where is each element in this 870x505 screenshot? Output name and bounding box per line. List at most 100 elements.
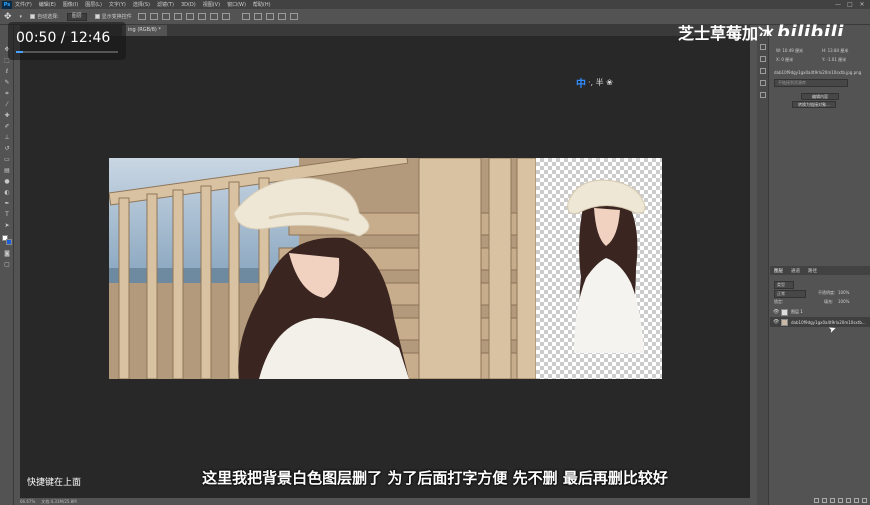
history-panel-icon[interactable] xyxy=(760,44,766,50)
eyedropper-tool-icon[interactable]: ⁄ xyxy=(3,102,11,108)
new-group-icon[interactable] xyxy=(846,497,851,503)
tool-preset-dropdown[interactable]: ▾ xyxy=(20,14,23,20)
video-progress-bar[interactable] xyxy=(16,51,118,53)
align-middle-icon[interactable] xyxy=(185,13,194,20)
align-top-icon[interactable] xyxy=(173,13,182,20)
align-bottom-icon[interactable] xyxy=(197,13,206,20)
distribute-icon[interactable] xyxy=(209,13,218,20)
trash-icon[interactable] xyxy=(862,497,867,503)
gradient-tool-icon[interactable]: ▤ xyxy=(3,168,11,174)
3d-roll-icon[interactable] xyxy=(253,13,262,20)
quick-select-tool-icon[interactable]: ✎ xyxy=(3,80,11,86)
menu-type[interactable]: 文字(Y) xyxy=(109,1,126,8)
color-swatches[interactable] xyxy=(2,235,12,245)
adjustments-panel-icon[interactable] xyxy=(760,68,766,74)
layer-row[interactable]: 👁 dab10f9dgy1gx0a4t9rlx20m10sxtb... xyxy=(770,317,870,327)
canvas-photo[interactable] xyxy=(109,158,536,379)
menu-file[interactable]: 文件(F) xyxy=(15,1,32,8)
menu-3d[interactable]: 3D(D) xyxy=(181,2,196,8)
path-select-icon[interactable]: ➤ xyxy=(3,223,11,229)
distribute-h-icon[interactable] xyxy=(221,13,230,20)
layer-thumbnail xyxy=(781,318,788,326)
maximize-button[interactable]: □ xyxy=(844,0,856,9)
collapsed-panel-strip xyxy=(757,36,769,505)
dodge-tool-icon[interactable]: ◐ xyxy=(3,190,11,196)
tab-paths[interactable]: 路径 xyxy=(808,268,817,274)
lasso-tool-icon[interactable]: ℓ xyxy=(3,69,11,75)
prop-x[interactable]: X: 0 厘米 xyxy=(776,57,793,63)
link-layers-icon[interactable] xyxy=(814,497,819,503)
3d-pan-icon[interactable] xyxy=(265,13,274,20)
show-transform-checkbox[interactable] xyxy=(94,14,100,19)
eraser-tool-icon[interactable]: ▭ xyxy=(3,157,11,163)
ime-chinese-indicator[interactable]: 中 xyxy=(576,75,586,90)
document-tab[interactable]: ing (RGB/8) * xyxy=(122,25,167,36)
layer-name: 图层 1 xyxy=(791,309,803,314)
3d-scale-icon[interactable] xyxy=(289,13,298,20)
convert-to-linked-button[interactable]: 转换为链接对象... xyxy=(792,101,836,108)
visibility-eye-icon[interactable]: 👁 xyxy=(773,309,779,315)
clone-stamp-icon[interactable]: ⊥ xyxy=(3,135,11,141)
tab-channels[interactable]: 通道 xyxy=(791,268,800,274)
prop-filename: dab10f9dgy1gx0a4t9rlx20m10sxtb.jpg.png xyxy=(774,70,862,75)
lock-label: 锁定: xyxy=(774,299,784,304)
align-right-icon[interactable] xyxy=(161,13,170,20)
auto-select-option[interactable]: 自动选择: xyxy=(30,13,59,20)
prop-w[interactable]: W: 10.49 厘米 xyxy=(776,48,803,54)
layer-name: dab10f9dgy1gx0a4t9rlx20m10sxtb... xyxy=(791,319,866,325)
screen-mode-icon[interactable]: ▢ xyxy=(3,262,11,268)
show-transform-option[interactable]: 显示变换控件 xyxy=(94,13,132,20)
blend-mode-dropdown[interactable]: 正常 xyxy=(774,290,806,298)
visibility-eye-icon[interactable]: 👁 xyxy=(773,319,779,325)
ime-options[interactable]: ·, 半 ❀ xyxy=(588,77,613,88)
add-mask-icon[interactable] xyxy=(830,497,835,503)
video-time-overlay: 00:50 / 12:46 xyxy=(8,22,126,60)
adjustment-layer-icon[interactable] xyxy=(838,497,843,503)
paragraph-panel-icon[interactable] xyxy=(760,92,766,98)
auto-select-checkbox[interactable] xyxy=(30,14,36,19)
type-tool-icon[interactable]: T xyxy=(3,212,11,218)
menu-select[interactable]: 选择(S) xyxy=(133,1,150,8)
3d-rotate-icon[interactable] xyxy=(241,13,250,20)
menu-layer[interactable]: 图层(L) xyxy=(85,1,102,8)
quick-mask-icon[interactable]: ◙ xyxy=(3,251,11,257)
fill-value[interactable]: 100% xyxy=(838,299,849,304)
prop-y[interactable]: Y: -1.01 厘米 xyxy=(822,57,846,63)
history-brush-icon[interactable]: ↺ xyxy=(3,146,11,152)
menu-window[interactable]: 窗口(W) xyxy=(227,1,246,8)
align-left-icon[interactable] xyxy=(137,13,146,20)
minimize-button[interactable]: — xyxy=(832,0,844,9)
layer-style-icon[interactable] xyxy=(822,497,827,503)
character-panel-icon[interactable] xyxy=(760,80,766,86)
layer-thumbnail xyxy=(781,308,788,316)
close-button[interactable]: ✕ xyxy=(856,0,868,9)
layer-filter-dropdown[interactable]: 类型 xyxy=(774,281,794,289)
cutout-layer-preview[interactable] xyxy=(536,158,662,379)
menu-image[interactable]: 图像(I) xyxy=(63,1,78,8)
tab-layers[interactable]: 图层 xyxy=(774,268,783,274)
background-color-swatch[interactable] xyxy=(6,239,12,245)
crop-tool-icon[interactable]: ⌗ xyxy=(3,91,11,97)
menu-help[interactable]: 帮助(H) xyxy=(253,1,271,8)
align-center-icon[interactable] xyxy=(149,13,158,20)
new-layer-icon[interactable] xyxy=(854,497,859,503)
opacity-value[interactable]: 100% xyxy=(838,290,849,295)
zoom-level[interactable]: 66.67% xyxy=(20,499,35,504)
tools-panel: ✥ ⬚ ℓ ✎ ⌗ ⁄ ✚ ✐ ⊥ ↺ ▭ ▤ ● ◐ ✒ T ➤ ◙ ▢ xyxy=(0,25,14,505)
pen-tool-icon[interactable]: ✒ xyxy=(3,201,11,207)
layer-row[interactable]: 👁 图层 1 xyxy=(770,307,870,317)
auto-select-target-dropdown[interactable]: 图层 xyxy=(66,12,87,21)
menu-view[interactable]: 视图(V) xyxy=(203,1,220,8)
prop-h[interactable]: H: 13.84 厘米 xyxy=(822,48,848,54)
edit-contents-button[interactable]: 编辑内容 xyxy=(801,93,839,100)
library-link-field[interactable]: 不链接到资源库 xyxy=(774,79,848,87)
brush-tool-icon[interactable]: ✐ xyxy=(3,124,11,130)
properties-panel-icon[interactable] xyxy=(760,56,766,62)
blur-tool-icon[interactable]: ● xyxy=(3,179,11,185)
menu-edit[interactable]: 编辑(E) xyxy=(39,1,56,8)
3d-slide-icon[interactable] xyxy=(277,13,286,20)
healing-brush-icon[interactable]: ✚ xyxy=(3,113,11,119)
menu-filter[interactable]: 滤镜(T) xyxy=(157,1,174,8)
doc-size: 文档:4.31M/25.8M xyxy=(41,498,77,504)
move-tool-icon[interactable]: ✥ xyxy=(4,12,12,22)
